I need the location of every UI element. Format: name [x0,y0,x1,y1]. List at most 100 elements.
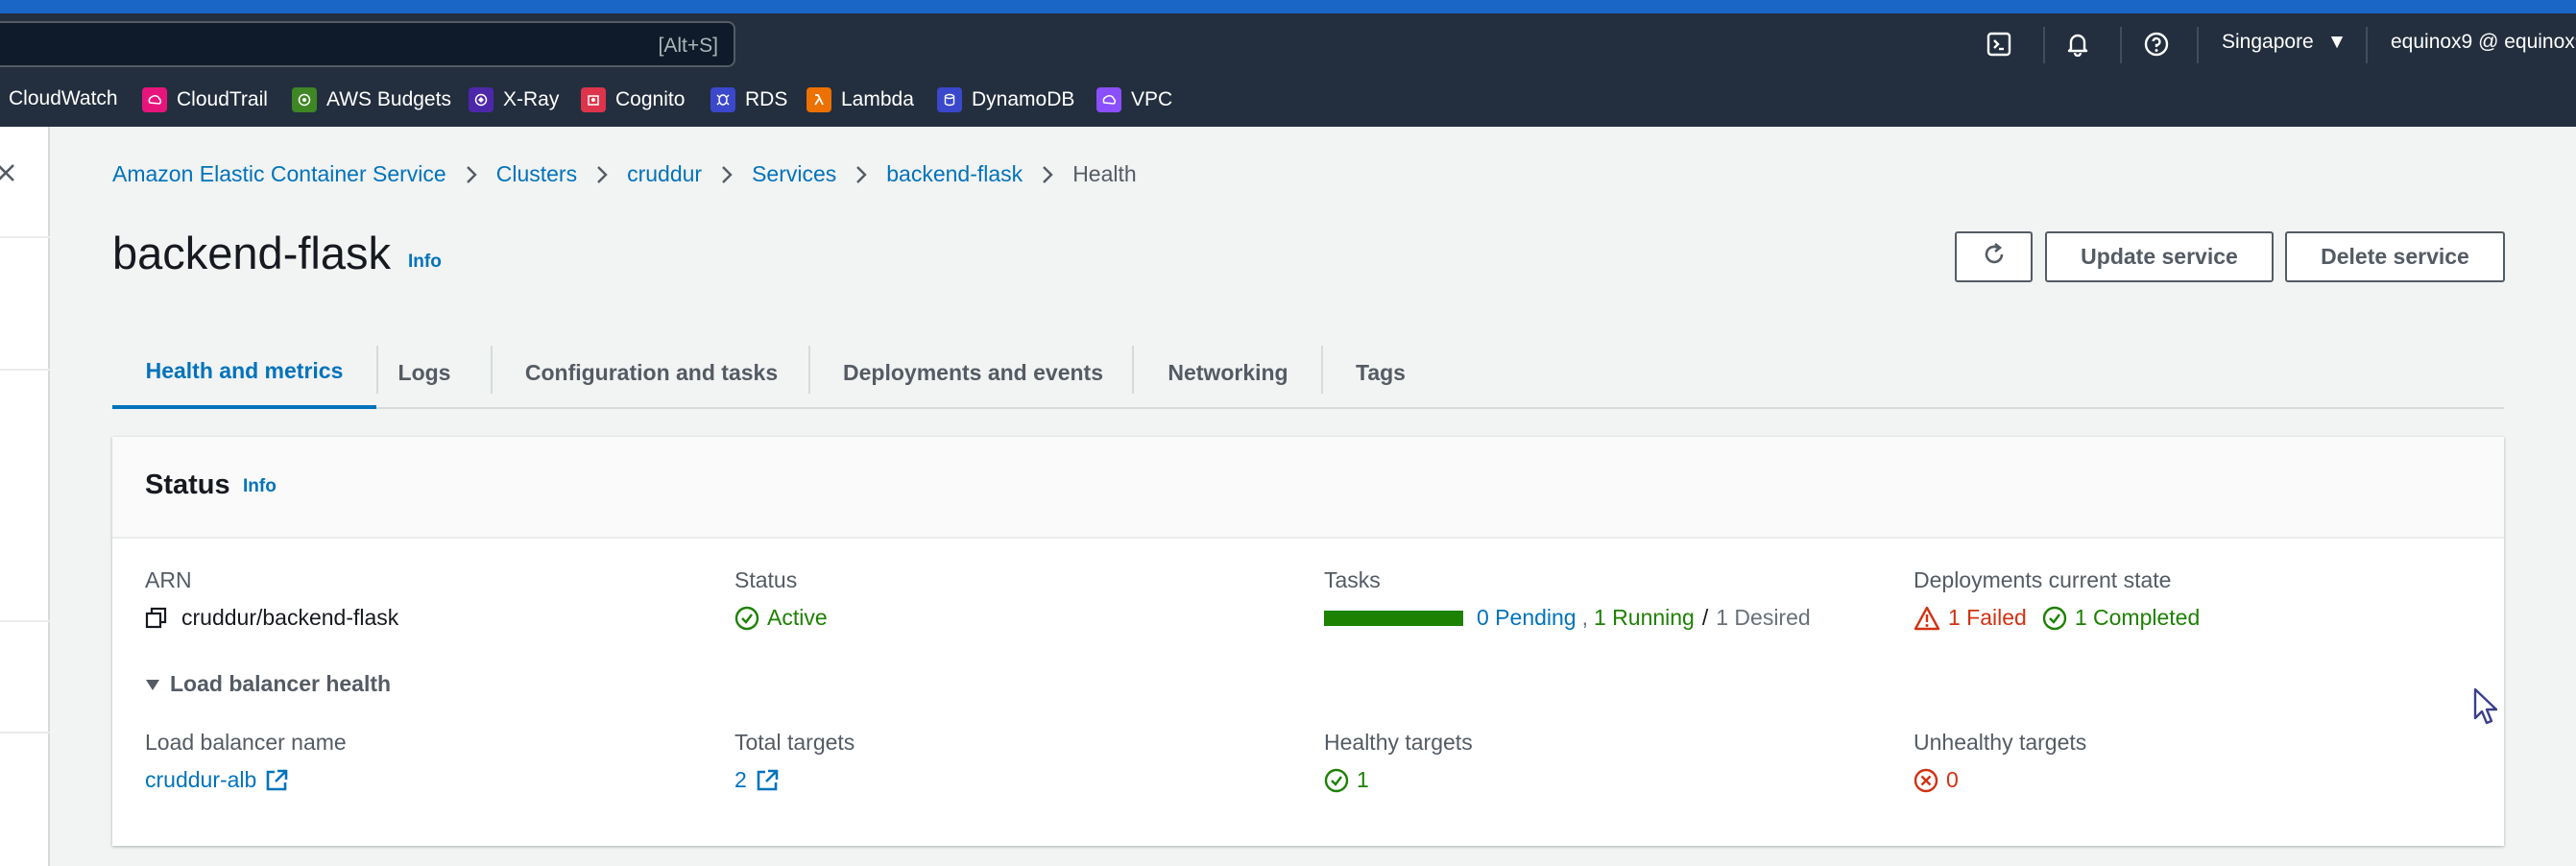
search-shortcut-hint: [Alt+S] [658,35,718,57]
region-label: Singapore [2222,31,2314,53]
favorite-vpc[interactable]: VPC [1096,87,1172,112]
page-title: backend-flask [112,228,391,278]
rds-icon [710,87,735,112]
top-navigation-bar: [Alt+S] Singapore ▼ equinox9 @ equinox9 [0,0,2576,76]
search-input[interactable]: [Alt+S] [0,21,735,67]
favorite-x-ray[interactable]: X-Ray [469,87,559,112]
lb-name-label: Load balancer name [145,730,347,755]
tasks-separator: , [1581,605,1588,630]
breadcrumb: Amazon Elastic Container Service Cluster… [112,161,1137,187]
healthy-count: 1 [1357,767,1369,792]
caret-down-icon [145,678,160,691]
favorite-label: AWS Budgets [326,88,451,110]
total-targets-label: Total targets [734,730,855,755]
mouse-cursor-icon [2473,687,2502,733]
page-info-link[interactable]: Info [408,252,442,273]
chevron-right-icon [855,165,867,184]
refresh-button[interactable] [1955,231,2033,282]
lambda-icon [807,87,831,112]
bell-icon[interactable] [2062,29,2093,60]
cognito-icon [581,87,606,112]
status-container: Status Info ARN cruddur/backend-flask St… [112,437,2504,846]
favorite-label: CloudTrail [177,88,268,110]
external-link-icon[interactable] [755,768,780,793]
chevron-right-icon [466,165,477,184]
divider [2120,27,2122,63]
caret-down-icon: ▼ [2326,31,2347,53]
arn-text: cruddur/backend-flask [181,605,399,630]
cloudshell-icon[interactable] [1984,29,2014,60]
tab-configuration-and-tasks[interactable]: Configuration and tasks [493,336,810,409]
unhealthy-targets-value: 0 [1914,767,1959,793]
tasks-running-link[interactable]: 1 Running [1594,605,1695,631]
favorite-lambda[interactable]: Lambda [807,87,914,112]
favorite-rds[interactable]: RDS [710,87,787,112]
divider [2366,27,2368,63]
breadcrumb-service-backend-flask[interactable]: backend-flask [886,161,1023,187]
check-circle-icon [734,606,759,631]
favorite-label: X-Ray [503,88,560,110]
chevron-right-icon [1042,165,1053,184]
favorite-cognito[interactable]: Cognito [581,87,685,112]
tab-bar: Health and metrics Logs Configuration an… [112,336,2504,409]
favorites-bar: CloudWatch CloudTrail AWS Budgets X-Ray … [0,76,2576,127]
favorite-label: DynamoDB [972,88,1075,110]
status-header: Status Info [112,437,2504,539]
tasks-pending-link[interactable]: 0 Pending [1477,605,1577,631]
copy-icon[interactable] [145,607,168,630]
external-link-icon[interactable] [264,768,289,793]
total-targets-link[interactable]: 2 [734,767,747,793]
favorite-cloudtrail[interactable]: CloudTrail [142,87,268,112]
favorite-dynamodb[interactable]: DynamoDB [937,87,1074,112]
unhealthy-count: 0 [1946,767,1959,792]
region-selector[interactable]: Singapore ▼ [2222,31,2347,54]
status-title: Status [145,469,230,500]
divider [0,369,50,371]
lb-name-link[interactable]: cruddur-alb [145,767,256,793]
dynamodb-icon [937,87,962,112]
tab-networking[interactable]: Networking [1134,336,1322,409]
side-navigation [0,127,50,866]
x-circle-icon [1914,768,1938,793]
help-icon[interactable] [2141,29,2172,60]
x-ray-icon [469,87,494,112]
total-targets-value: 2 [734,767,780,793]
tab-deployments-and-events[interactable]: Deployments and events [810,336,1136,409]
divider [0,620,50,622]
deployments-failed-link[interactable]: 1 Failed [1948,605,2027,631]
load-balancer-health-toggle[interactable]: Load balancer health [145,671,391,697]
breadcrumb-cluster-cruddur[interactable]: cruddur [627,161,702,187]
tasks-label: Tasks [1324,567,1381,592]
favorite-label: Cognito [615,88,686,110]
favorite-label: RDS [745,88,788,110]
tab-health-and-metrics[interactable]: Health and metrics [112,336,376,409]
cloudtrail-icon [142,87,167,112]
divider [0,236,50,238]
tab-logs[interactable]: Logs [378,336,470,409]
deployments-completed-link[interactable]: 1 Completed [2075,605,2200,631]
warning-icon [1914,606,1940,631]
tab-tags[interactable]: Tags [1323,336,1438,409]
favorite-aws-budgets[interactable]: AWS Budgets [292,87,451,112]
breadcrumb-services[interactable]: Services [752,161,836,187]
update-service-button[interactable]: Update service [2045,231,2274,282]
close-icon[interactable] [0,161,17,189]
breadcrumb-ecs[interactable]: Amazon Elastic Container Service [112,161,446,187]
delete-service-button[interactable]: Delete service [2285,231,2505,282]
deployments-state-label: Deployments current state [1914,567,2172,592]
account-menu[interactable]: equinox9 @ equinox9 [2391,31,2576,54]
service-status-value: Active [734,605,828,631]
chevron-right-icon [721,165,733,184]
status-active-text: Active [767,605,828,630]
breadcrumb-clusters[interactable]: Clusters [496,161,577,187]
favorite-cloudwatch[interactable]: CloudWatch [9,87,118,110]
favorite-label: VPC [1131,88,1173,110]
arn-label: ARN [145,567,192,592]
divider [2043,27,2045,63]
refresh-icon [1981,241,2008,274]
check-circle-icon [1324,768,1349,793]
divider [0,732,50,734]
status-info-link[interactable]: Info [243,476,277,497]
divider [2197,27,2199,63]
load-balancer-health-label: Load balancer health [170,671,392,696]
